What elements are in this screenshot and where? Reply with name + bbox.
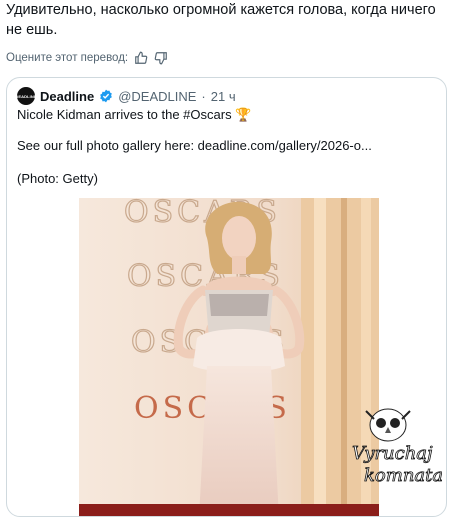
watermark-line-1: Vyruchaj [352, 443, 433, 464]
post-text: Удивительно, насколько огромной кажется … [6, 2, 436, 38]
quoted-post-header: DEADLINE Deadline @DEADLINE · 21 ч [15, 87, 236, 105]
verified-badge-icon [99, 89, 113, 103]
thumbs-down-icon[interactable] [154, 51, 168, 65]
watermark-line-2: komnata [364, 465, 442, 486]
quoted-post-line-1: Nicole Kidman arrives to the #Oscars 🏆 [17, 107, 252, 122]
translation-rating-row: Оцените этот перевод: [6, 49, 168, 67]
author-handle[interactable]: @DEADLINE [118, 89, 196, 104]
separator: · [201, 88, 206, 104]
thumbs-up-icon[interactable] [134, 51, 148, 65]
avatar[interactable]: DEADLINE [15, 87, 37, 105]
author-name[interactable]: Deadline [40, 89, 94, 104]
watermark-logo: Vyruchaj komnata [346, 403, 444, 493]
quoted-post-link-line[interactable]: See our full photo gallery here: deadlin… [17, 137, 372, 155]
post-time[interactable]: 21 ч [211, 89, 236, 104]
translation-rating-label: Оцените этот перевод: [6, 52, 129, 64]
post-photo[interactable]: OSCARS OSCARS OSCARS OSCARS [79, 198, 379, 516]
quoted-post-credit: (Photo: Getty) [17, 171, 98, 186]
owl-icon [365, 408, 411, 442]
